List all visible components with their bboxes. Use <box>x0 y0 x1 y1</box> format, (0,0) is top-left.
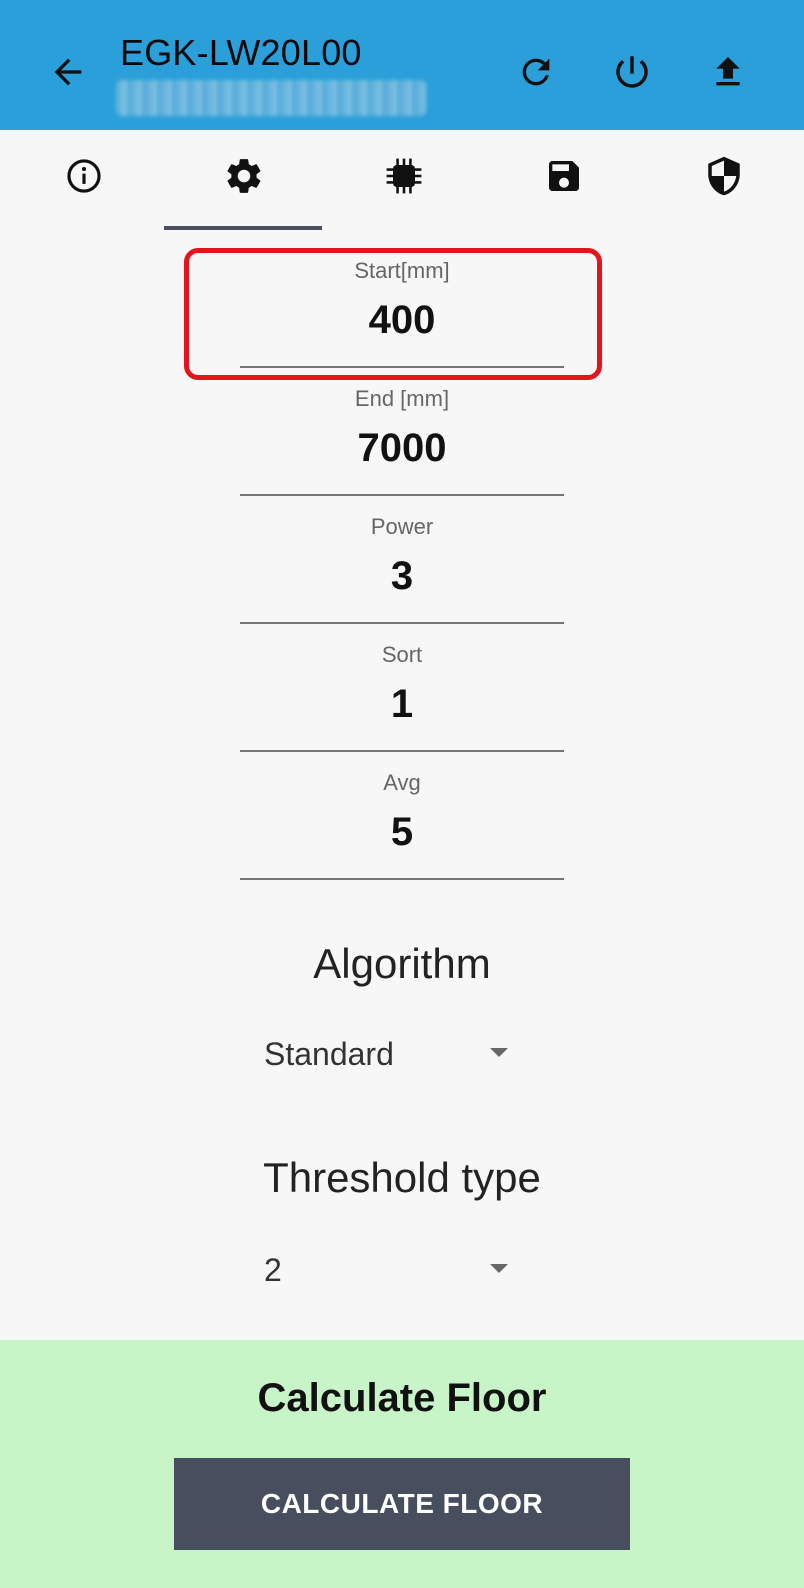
sort-underline <box>240 750 564 752</box>
power-icon <box>616 56 648 88</box>
calculate-floor-button[interactable]: CALCULATE FLOOR <box>174 1458 630 1550</box>
threshold-title: Threshold type <box>263 1154 541 1201</box>
avg-field: Avg <box>240 770 564 886</box>
calculate-floor-title: Calculate Floor <box>257 1376 547 1420</box>
tab-bar <box>0 130 804 230</box>
save-icon <box>549 161 579 191</box>
tab-security[interactable] <box>644 130 804 230</box>
sort-field: Sort <box>240 642 564 758</box>
power-underline <box>240 622 564 624</box>
avg-label: Avg <box>383 770 421 795</box>
power-button[interactable] <box>604 44 660 100</box>
gear-icon <box>227 159 261 193</box>
refresh-button[interactable] <box>508 44 564 100</box>
back-button[interactable] <box>40 44 96 100</box>
upload-button[interactable] <box>700 44 756 100</box>
end-input[interactable] <box>240 426 564 471</box>
algorithm-title: Algorithm <box>313 940 491 987</box>
device-subtitle-redacted <box>116 80 426 116</box>
algorithm-select[interactable]: Standard <box>264 1026 524 1086</box>
tab-hardware[interactable] <box>324 130 484 230</box>
highlight-box <box>184 248 602 380</box>
active-tab-indicator <box>164 226 322 230</box>
threshold-select[interactable]: 2 <box>264 1242 524 1302</box>
power-input[interactable] <box>240 554 564 599</box>
threshold-selected-value: 2 <box>264 1252 282 1288</box>
algorithm-selected-value: Standard <box>264 1036 394 1072</box>
tab-settings[interactable] <box>164 130 324 230</box>
power-label: Power <box>370 514 434 539</box>
arrow-left-icon <box>54 58 82 86</box>
info-icon <box>67 159 101 193</box>
chevron-down-icon <box>490 1048 508 1057</box>
end-field: End [mm] <box>240 386 564 502</box>
sort-label: Sort <box>381 642 423 667</box>
power-field: Power <box>240 514 564 630</box>
avg-underline <box>240 878 564 880</box>
device-title: EGK-LW20L00 <box>120 32 362 73</box>
app-bar: EGK-LW20L00 <box>0 0 804 130</box>
upload-icon <box>716 57 740 86</box>
tab-save[interactable] <box>484 130 644 230</box>
avg-input[interactable] <box>240 810 564 855</box>
chip-icon <box>386 158 422 194</box>
end-label: End [mm] <box>354 386 450 411</box>
chevron-down-icon <box>490 1264 508 1273</box>
tab-info[interactable] <box>4 130 164 230</box>
shield-icon <box>708 156 740 196</box>
calculate-floor-panel: Calculate Floor CALCULATE FLOOR <box>0 1340 804 1588</box>
refresh-icon <box>522 58 550 86</box>
sort-input[interactable] <box>240 682 564 727</box>
end-underline <box>240 494 564 496</box>
